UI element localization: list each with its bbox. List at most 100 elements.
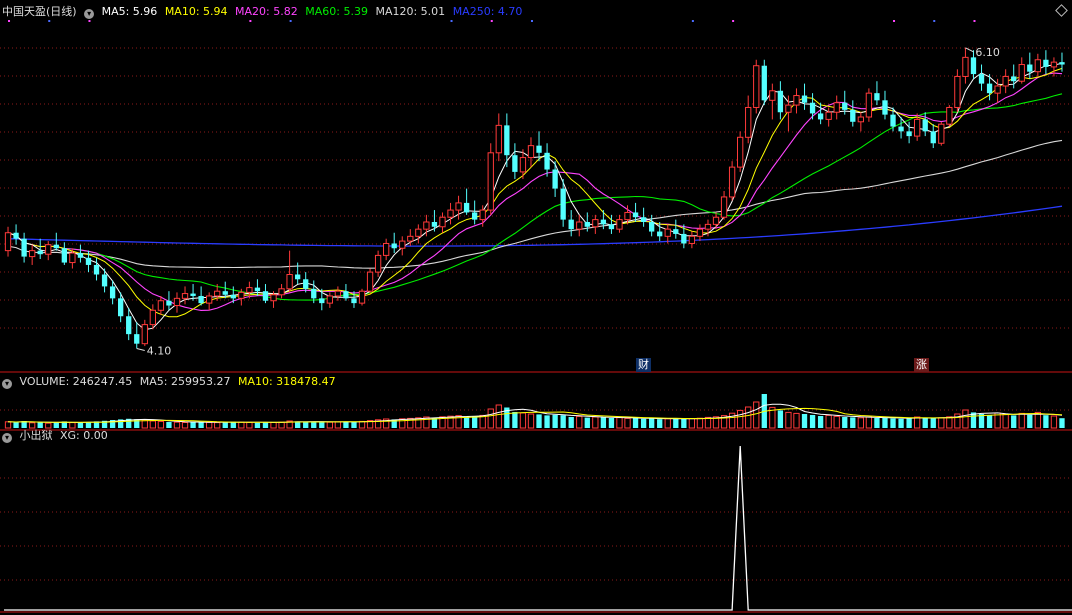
low-price-pointer xyxy=(136,347,145,351)
candle-body xyxy=(53,244,59,249)
volume-bar xyxy=(334,421,342,429)
candle-body xyxy=(334,290,342,297)
candle-body xyxy=(126,316,132,335)
candle-body xyxy=(431,222,438,227)
candle-body xyxy=(512,155,518,172)
candle-body xyxy=(616,219,623,230)
volume-bar xyxy=(487,408,494,429)
volume-bar xyxy=(865,416,873,429)
candle-body xyxy=(77,253,84,258)
candle-body xyxy=(938,123,945,144)
legend-volume: VOLUME: 246247.45 xyxy=(19,375,133,388)
candle-body xyxy=(1002,75,1009,87)
candle-body xyxy=(157,300,165,311)
candle-body xyxy=(600,219,607,225)
candle-body xyxy=(383,242,390,256)
volume-bar xyxy=(1043,415,1049,428)
low-price-label: 4.10 xyxy=(147,344,172,357)
candle-body xyxy=(358,290,366,304)
event-marker-finance[interactable]: 财 xyxy=(636,358,651,372)
candle-body xyxy=(986,83,993,94)
candle-body xyxy=(93,264,100,275)
volume-ma10-line xyxy=(7,407,1063,423)
candle-body xyxy=(254,287,261,292)
candle-body xyxy=(640,217,647,222)
candle-body xyxy=(1050,61,1058,68)
candle-body xyxy=(343,291,349,299)
candle-body xyxy=(970,57,977,75)
volume-bar xyxy=(1002,413,1009,429)
candle-body xyxy=(664,228,671,237)
candle-body xyxy=(303,279,309,289)
volume-bar xyxy=(343,421,349,428)
candle-body xyxy=(673,229,679,234)
candle-body xyxy=(1011,76,1017,82)
chevron-down-icon[interactable]: ▾ xyxy=(2,433,12,443)
volume-bar xyxy=(303,421,309,428)
candle-body xyxy=(479,209,486,221)
chevron-down-icon[interactable]: ▾ xyxy=(84,9,95,19)
candle-body xyxy=(632,212,639,218)
signal-dot xyxy=(289,20,292,22)
volume-bar xyxy=(157,420,165,429)
candle-body xyxy=(311,288,317,299)
volume-bar xyxy=(544,415,550,428)
candle-body xyxy=(753,65,760,108)
volume-bar xyxy=(649,418,655,428)
stock-chart[interactable]: 6.10 4.10 xyxy=(0,0,1072,615)
event-marker-limit-up[interactable]: 涨 xyxy=(914,358,929,372)
indicator-name: 小出狱 xyxy=(19,429,53,442)
candle-body xyxy=(696,228,704,237)
indicator-xg: XG: 0.00 xyxy=(60,429,108,442)
volume-ma5-line xyxy=(7,403,1063,424)
candle-body xyxy=(801,95,808,103)
volume-bar xyxy=(1034,411,1041,429)
candle-body xyxy=(761,65,767,101)
volume-bar xyxy=(519,412,527,429)
candle-body xyxy=(712,216,720,225)
candle-body xyxy=(898,126,904,132)
legend-ma20: MA20: 5.82 xyxy=(235,5,298,18)
volume-legend: ▾ VOLUME: 246247.45 MA5: 259953.27 MA10:… xyxy=(2,374,340,390)
volume-bar xyxy=(222,422,228,428)
candle-body xyxy=(688,235,696,244)
volume-bar xyxy=(358,420,366,429)
candle-body xyxy=(865,92,873,118)
signal-dot xyxy=(490,20,493,22)
candle-body xyxy=(455,202,462,211)
candle-body xyxy=(568,219,574,230)
volume-bar xyxy=(890,418,896,428)
candle-body xyxy=(230,294,236,299)
legend-ma120: MA120: 5.01 xyxy=(375,5,446,18)
signal-dot xyxy=(88,20,91,22)
candle-body xyxy=(295,274,301,280)
candle-body xyxy=(374,254,382,273)
candle-body xyxy=(141,324,148,345)
volume-bar xyxy=(785,411,792,429)
candle-body xyxy=(681,233,687,244)
candle-body xyxy=(69,252,76,264)
candle-body xyxy=(4,232,12,252)
volume-bar xyxy=(351,422,357,428)
volume-bar xyxy=(922,417,928,428)
volume-bar xyxy=(850,417,856,428)
candle-body xyxy=(527,145,535,159)
candle-body xyxy=(319,298,325,304)
chevron-down-icon[interactable]: ▾ xyxy=(2,379,12,389)
volume-bar xyxy=(801,414,808,428)
candle-body xyxy=(536,145,542,153)
candle-body xyxy=(238,291,245,299)
indicator-legend: ▾ 小出狱 XG: 0.00 xyxy=(2,428,112,444)
candle-body xyxy=(29,250,36,258)
candle-body xyxy=(777,90,784,113)
volume-bar xyxy=(246,421,253,429)
volume-bar xyxy=(737,409,744,429)
volume-bar xyxy=(825,414,832,429)
volume-bar xyxy=(173,421,181,429)
volume-bar xyxy=(962,409,969,429)
volume-bar xyxy=(584,417,590,428)
volume-bar xyxy=(1018,412,1025,429)
candle-body xyxy=(1043,59,1049,67)
candle-body xyxy=(552,169,558,189)
candle-body xyxy=(769,90,776,101)
